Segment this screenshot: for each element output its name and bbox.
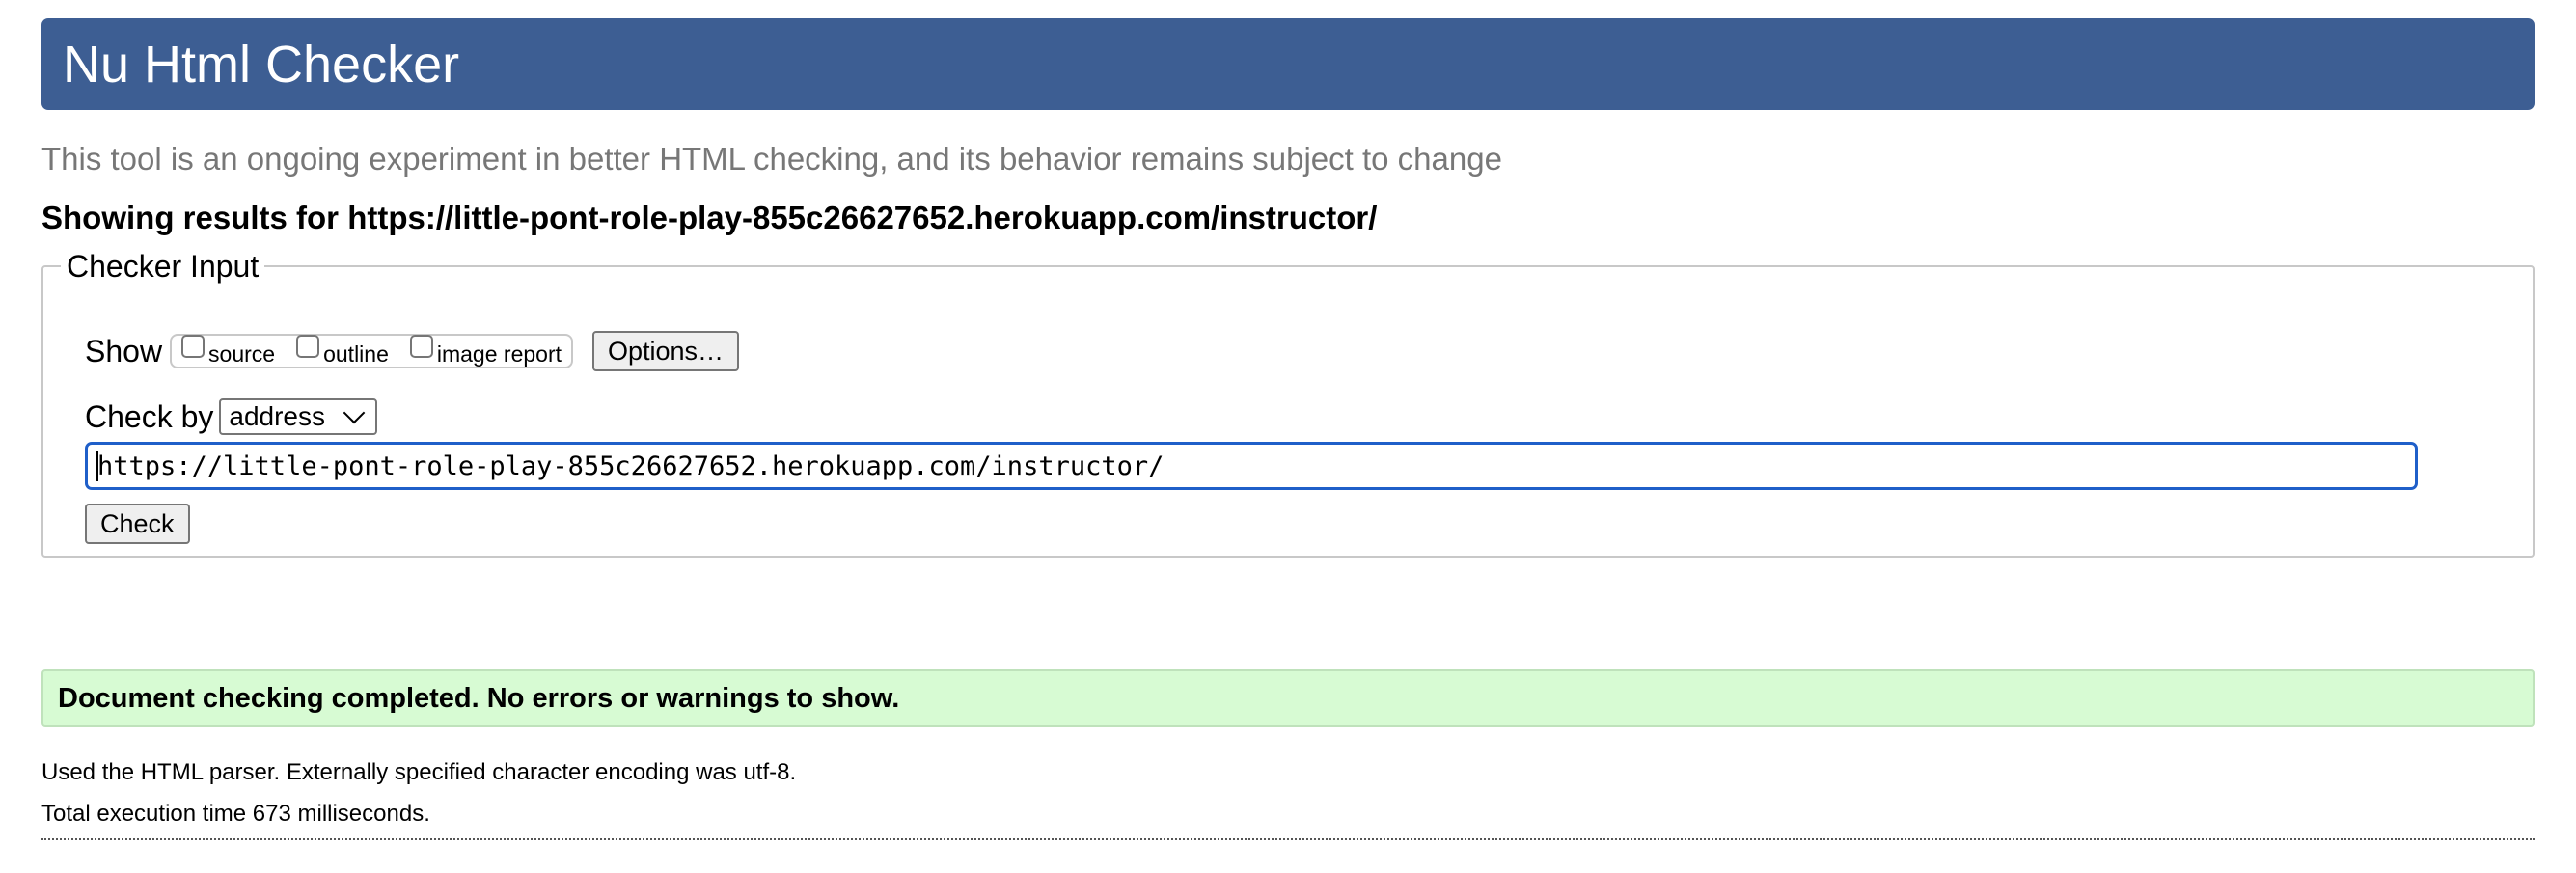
- outline-checkbox-label: outline: [323, 341, 389, 367]
- checker-input-fieldset: Checker Input Show source outline image …: [41, 251, 2535, 558]
- show-outline-option[interactable]: outline: [296, 335, 389, 367]
- header-banner: Nu Html Checker: [41, 18, 2535, 110]
- check-by-select[interactable]: address: [219, 398, 378, 435]
- options-button[interactable]: Options…: [592, 331, 740, 371]
- success-message-box: Document checking completed. No errors o…: [41, 669, 2535, 727]
- source-checkbox-label: source: [208, 341, 276, 367]
- tool-description: This tool is an ongoing experiment in be…: [41, 141, 1502, 177]
- source-checkbox[interactable]: [181, 335, 206, 358]
- chevron-down-icon: [343, 401, 366, 424]
- text-caret: [96, 450, 98, 481]
- check-by-row: Check by address: [85, 396, 378, 438]
- show-label: Show: [85, 333, 163, 368]
- checker-input-legend: Checker Input: [67, 249, 260, 284]
- url-input[interactable]: https://little-pont-role-play-855c266276…: [85, 442, 2418, 490]
- success-message: Document checking completed. No errors o…: [58, 682, 900, 714]
- execution-time: Total execution time 673 milliseconds.: [41, 801, 430, 827]
- page: Nu Html Checker This tool is an ongoing …: [41, 18, 2535, 840]
- check-by-label: Check by: [85, 398, 214, 434]
- check-by-selected-value: address: [229, 401, 326, 431]
- parser-info: Used the HTML parser. Externally specifi…: [41, 759, 797, 785]
- image-report-checkbox[interactable]: [409, 335, 433, 358]
- dotted-divider: [41, 838, 2535, 840]
- show-source-option[interactable]: source: [181, 335, 276, 367]
- check-button[interactable]: Check: [85, 504, 190, 544]
- outline-checkbox[interactable]: [296, 335, 320, 358]
- url-input-value: https://little-pont-role-play-855c266276…: [96, 450, 1165, 481]
- results-heading: Showing results for https://little-pont-…: [41, 200, 1378, 235]
- page-title: Nu Html Checker: [63, 35, 460, 94]
- url-input-text: https://little-pont-role-play-855c266276…: [97, 450, 1165, 481]
- show-options-group: source outline image report: [170, 334, 573, 368]
- image-report-checkbox-label: image report: [436, 341, 562, 367]
- show-image-report-option[interactable]: image report: [409, 335, 562, 367]
- show-row: Show source outline image report Options…: [85, 330, 740, 372]
